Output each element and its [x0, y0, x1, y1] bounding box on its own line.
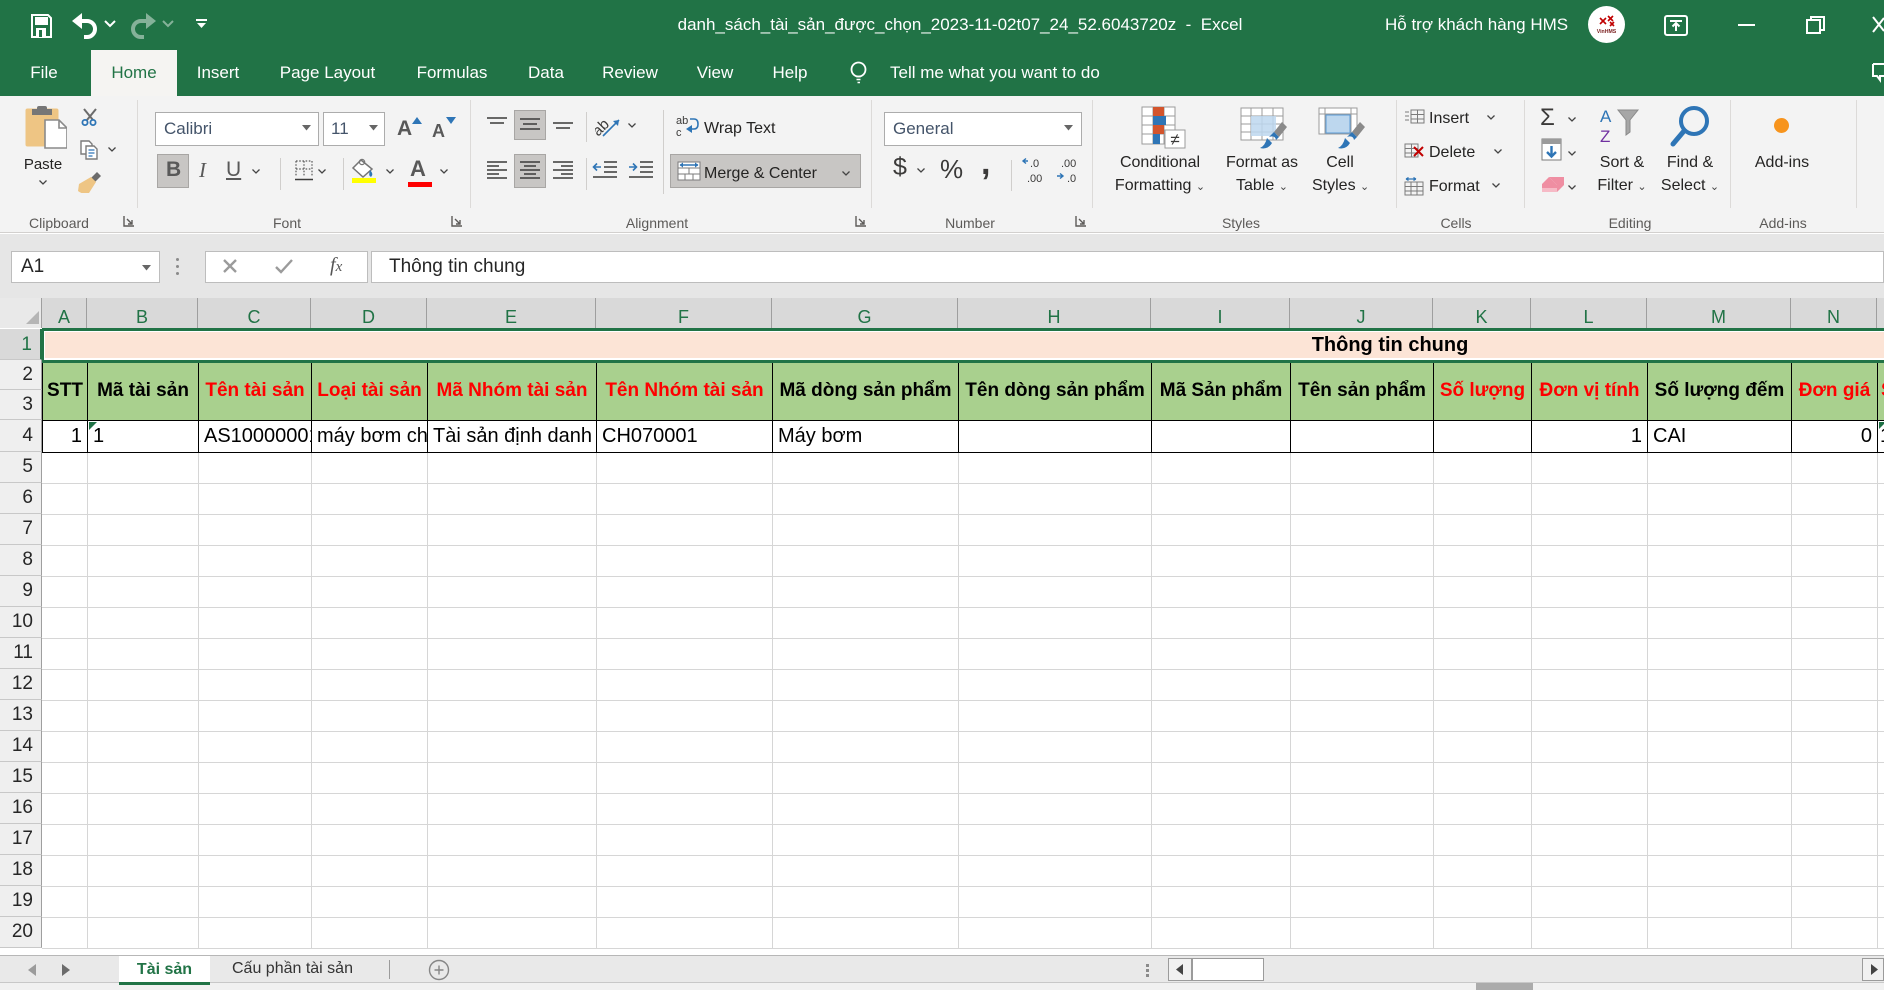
svg-text:.00: .00 — [1061, 158, 1076, 170]
svg-text:Z: Z — [1600, 127, 1610, 146]
svg-text:.0: .0 — [1067, 173, 1076, 185]
svg-text:≠: ≠ — [1170, 130, 1179, 149]
svg-text:ab: ab — [676, 115, 688, 127]
svg-text:.00: .00 — [1027, 173, 1042, 185]
svg-text:c: c — [676, 127, 682, 139]
svg-text:A: A — [1600, 107, 1612, 126]
svg-text:.0: .0 — [1030, 158, 1039, 170]
svg-text:VinHMS: VinHMS — [1597, 29, 1617, 35]
